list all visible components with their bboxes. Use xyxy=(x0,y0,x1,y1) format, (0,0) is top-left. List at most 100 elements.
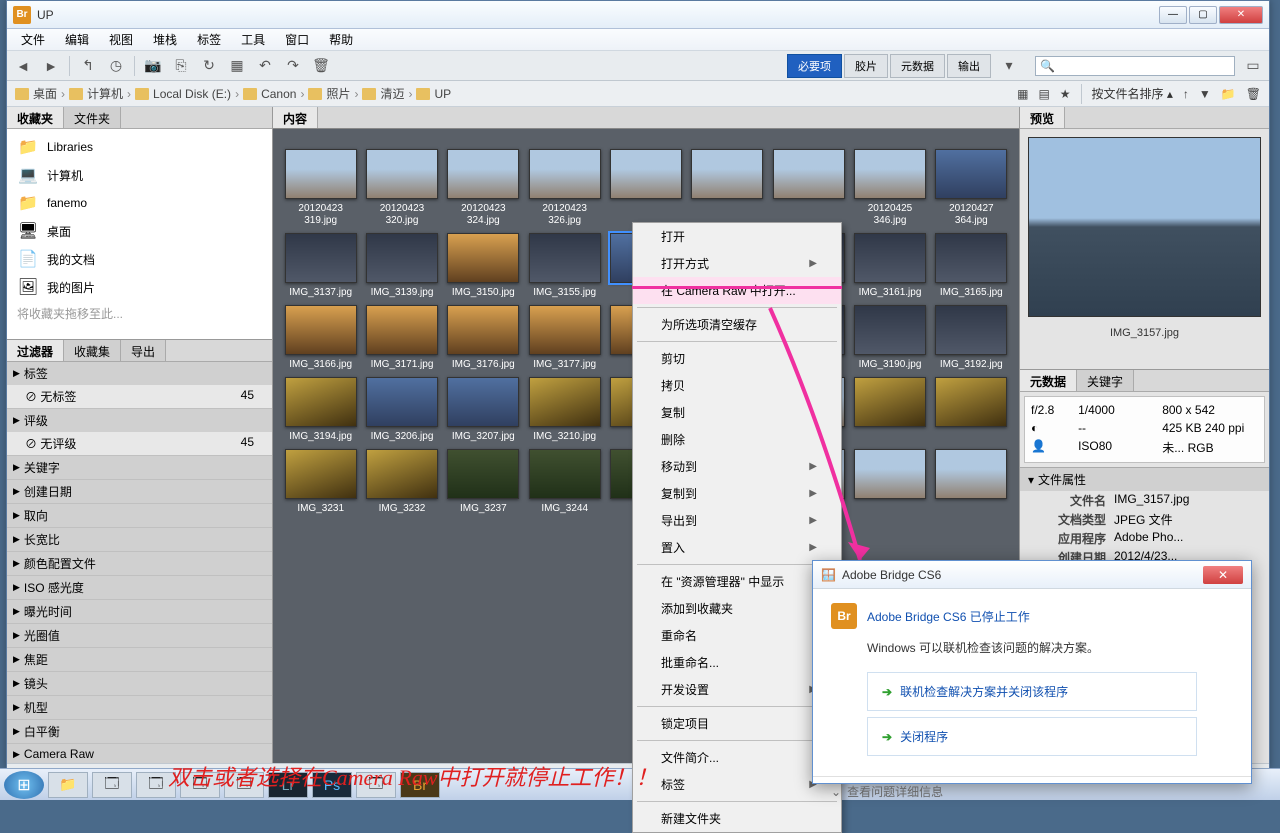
breadcrumb-item[interactable]: 桌面 xyxy=(15,85,57,102)
panel-tab[interactable]: 收藏夹 xyxy=(7,107,64,128)
filter-row[interactable]: ⊘ 无评级45 xyxy=(7,432,272,455)
context-menu-item[interactable]: 拷贝 xyxy=(633,372,841,399)
workspace-more-icon[interactable]: ▾ xyxy=(999,56,1019,76)
context-menu-item[interactable]: 为所选项清空缓存 xyxy=(633,311,841,338)
thumbnail[interactable]: IMG_3190.jpg xyxy=(852,305,927,371)
thumbnail[interactable] xyxy=(934,449,1009,515)
filter-group-head[interactable]: ▶Camera Raw xyxy=(7,744,272,763)
menu-视图[interactable]: 视图 xyxy=(99,29,143,50)
thumbnail[interactable]: IMG_3210.jpg xyxy=(527,377,602,443)
task-app5[interactable]: 🗔 xyxy=(356,772,396,798)
context-menu-item[interactable]: 复制 xyxy=(633,399,841,426)
favorite-item[interactable]: 📁fanemo xyxy=(11,189,268,217)
filter-tab[interactable]: 收藏集 xyxy=(64,340,121,361)
context-menu-item[interactable]: 批重命名... xyxy=(633,649,841,676)
close-button[interactable]: ✕ xyxy=(1219,6,1263,24)
thumbnail[interactable]: IMG_3150.jpg xyxy=(446,233,521,299)
thumbnail[interactable]: 20120423 319.jpg xyxy=(283,149,358,227)
context-menu-item[interactable]: 剪切 xyxy=(633,345,841,372)
thumbnail[interactable]: IMG_3207.jpg xyxy=(446,377,521,443)
context-menu-item[interactable]: 置入▶ xyxy=(633,534,841,561)
filter-group-head[interactable]: ▶机型 xyxy=(7,696,272,719)
tab-content[interactable]: 内容 xyxy=(273,107,318,128)
thumbnail[interactable] xyxy=(934,377,1009,443)
thumbnail[interactable]: IMG_3194.jpg xyxy=(283,377,358,443)
task-bridge[interactable]: Br xyxy=(400,772,440,798)
context-menu-item[interactable]: 在 Camera Raw 中打开... xyxy=(633,277,841,304)
thumbnail[interactable]: IMG_3171.jpg xyxy=(364,305,439,371)
thumbnail[interactable]: 20120425 346.jpg xyxy=(852,149,927,227)
thumbnail[interactable]: IMG_3237 xyxy=(446,449,521,515)
thumbnail[interactable]: IMG_3165.jpg xyxy=(934,233,1009,299)
filter-row[interactable]: ⊘ 无标签45 xyxy=(7,385,272,408)
thumbnail[interactable]: IMG_3137.jpg xyxy=(283,233,358,299)
filter-group-head[interactable]: ▶ISO 感光度 xyxy=(7,576,272,599)
context-menu-item[interactable]: 复制到▶ xyxy=(633,480,841,507)
filter-group-head[interactable]: ▶光圈值 xyxy=(7,624,272,647)
crash-link-close[interactable]: ➔关闭程序 xyxy=(867,717,1197,756)
meta-tab[interactable]: 元数据 xyxy=(1020,370,1077,391)
filter-tab[interactable]: 导出 xyxy=(121,340,166,361)
task-photoshop[interactable]: Ps xyxy=(312,772,352,798)
filter-group-head[interactable]: ▶白平衡 xyxy=(7,720,272,743)
thumbnail[interactable]: IMG_3206.jpg xyxy=(364,377,439,443)
context-menu-item[interactable]: 移动到▶ xyxy=(633,453,841,480)
breadcrumb-item[interactable]: UP xyxy=(416,87,451,101)
filter-tab[interactable]: 过滤器 xyxy=(7,340,64,361)
thumbnail[interactable]: 20120423 324.jpg xyxy=(446,149,521,227)
context-menu-item[interactable]: 标签▶ xyxy=(633,771,841,798)
context-menu-item[interactable]: 重命名 xyxy=(633,622,841,649)
workspace-tab[interactable]: 必要项 xyxy=(787,54,842,78)
filter-group-head[interactable]: ▶曝光时间 xyxy=(7,600,272,623)
workspace-tab[interactable]: 元数据 xyxy=(890,54,945,78)
new-folder-icon[interactable]: 📁 xyxy=(1221,87,1236,101)
menu-文件[interactable]: 文件 xyxy=(11,29,55,50)
compact-icon[interactable]: ▭ xyxy=(1243,56,1263,76)
thumbnail[interactable]: IMG_3166.jpg xyxy=(283,305,358,371)
thumbnail[interactable] xyxy=(771,149,846,227)
task-app2[interactable]: 🗔 xyxy=(136,772,176,798)
filter-group-head[interactable]: ▶评级 xyxy=(7,409,272,432)
search-input[interactable]: 🔍 xyxy=(1035,56,1235,76)
workspace-tab[interactable]: 胶片 xyxy=(844,54,888,78)
thumbnail[interactable]: 20120423 326.jpg xyxy=(527,149,602,227)
filter-group-head[interactable]: ▶标签 xyxy=(7,362,272,385)
context-menu-item[interactable]: 文件简介... xyxy=(633,744,841,771)
filter-group-head[interactable]: ▶关键字 xyxy=(7,456,272,479)
favorite-item[interactable]: 📁Libraries xyxy=(11,133,268,161)
context-menu-item[interactable]: 开发设置▶ xyxy=(633,676,841,703)
context-menu-item[interactable]: 新建文件夹 xyxy=(633,805,841,832)
rotate-cw-icon[interactable]: ↷ xyxy=(283,56,303,76)
menu-标签[interactable]: 标签 xyxy=(187,29,231,50)
output-icon[interactable]: ↻ xyxy=(199,56,219,76)
thumbnail[interactable] xyxy=(852,377,927,443)
thumbnail[interactable]: IMG_3177.jpg xyxy=(527,305,602,371)
filter-group-head[interactable]: ▶取向 xyxy=(7,504,272,527)
task-app4[interactable]: 🗔 xyxy=(224,772,264,798)
breadcrumb-item[interactable]: Local Disk (E:) xyxy=(135,87,231,101)
meta-section-file[interactable]: ▾文件属性 xyxy=(1020,467,1269,491)
panel-tab[interactable]: 文件夹 xyxy=(64,107,121,128)
crash-details-toggle[interactable]: ⌄查看问题详细信息 xyxy=(813,776,1251,806)
favorite-item[interactable]: 📄我的文档 xyxy=(11,245,268,273)
task-explorer[interactable]: 📁 xyxy=(48,772,88,798)
review-icon[interactable]: ▦ xyxy=(227,56,247,76)
thumbnail[interactable]: IMG_3231 xyxy=(283,449,358,515)
filter-funnel-icon[interactable]: ▼ xyxy=(1199,87,1211,101)
task-app1[interactable]: 🗔 xyxy=(92,772,132,798)
breadcrumb-item[interactable]: Canon xyxy=(243,87,296,101)
workspace-tab[interactable]: 输出 xyxy=(947,54,991,78)
star-icon[interactable]: ★ xyxy=(1060,87,1071,101)
breadcrumb-item[interactable]: 照片 xyxy=(308,85,350,102)
context-menu-item[interactable]: 添加到收藏夹 xyxy=(633,595,841,622)
thumbnail[interactable]: 20120427 364.jpg xyxy=(934,149,1009,227)
filter-group-head[interactable]: ▶焦距 xyxy=(7,648,272,671)
thumbnail[interactable]: IMG_3155.jpg xyxy=(527,233,602,299)
start-button[interactable]: ⊞ xyxy=(4,771,44,799)
back-icon[interactable]: ◄ xyxy=(13,56,33,76)
rotate-ccw-icon[interactable]: ↶ xyxy=(255,56,275,76)
camera-icon[interactable]: 📷 xyxy=(143,56,163,76)
thumbnail[interactable]: IMG_3244 xyxy=(527,449,602,515)
task-app3[interactable]: 🗔 xyxy=(180,772,220,798)
thumbnail[interactable] xyxy=(852,449,927,515)
